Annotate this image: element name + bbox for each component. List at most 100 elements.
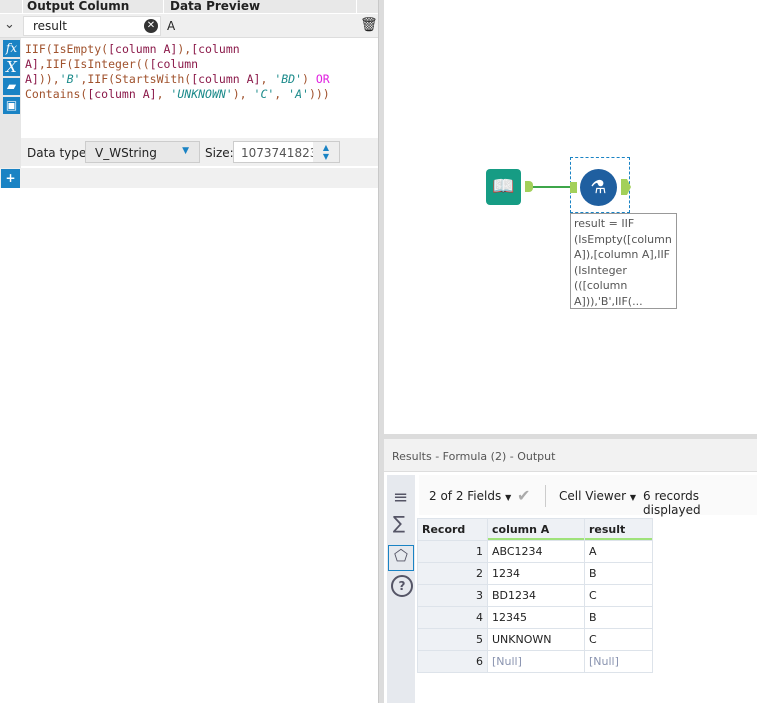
record-number[interactable]: 1 xyxy=(417,540,488,563)
table-cell[interactable]: BD1234 xyxy=(487,584,585,607)
table-row[interactable]: 2 1234 B xyxy=(417,562,653,585)
table-cell[interactable]: 12345 xyxy=(487,606,585,629)
formula-config-panel: Output Column Data Preview ⌄ result ✕ A … xyxy=(0,0,378,703)
record-number[interactable]: 4 xyxy=(417,606,488,629)
expression-token: , xyxy=(260,72,275,86)
expression-token: 'B' xyxy=(59,72,81,86)
table-cell[interactable]: ABC1234 xyxy=(487,540,585,563)
fields-label: 2 of 2 Fields xyxy=(429,489,502,503)
record-number[interactable]: 6 xyxy=(417,650,488,673)
column-header[interactable]: Record xyxy=(417,518,488,541)
formula-row: ⌄ result ✕ A 🗑 xyxy=(0,14,378,38)
expression-token: , xyxy=(274,87,289,101)
cell-viewer-label: Cell Viewer xyxy=(559,489,627,503)
summary-sigma-icon[interactable]: ∑ xyxy=(393,513,405,534)
formula-output-anchor[interactable] xyxy=(621,179,631,195)
expression-token: ), xyxy=(177,42,192,56)
table-cell[interactable]: UNKNOWN xyxy=(487,628,585,651)
expression-token: [column A] xyxy=(108,42,178,56)
expression-token: [column A] xyxy=(191,72,261,86)
cell-viewer-dropdown[interactable]: Cell Viewer ▼ xyxy=(559,489,636,503)
table-cell[interactable]: A xyxy=(584,540,653,563)
size-input[interactable]: 1073741823 ▲ ▼ xyxy=(233,141,340,163)
formula-flask-icon[interactable]: ⚗ xyxy=(580,169,617,206)
table-row[interactable]: 1 ABC1234 A xyxy=(417,540,653,563)
table-cell[interactable]: B xyxy=(584,562,653,585)
table-cell[interactable]: [Null] xyxy=(487,650,585,673)
header-end xyxy=(357,0,378,13)
expression-token: ,IIF(IsInteger(( xyxy=(38,57,150,71)
expression-token: 'C' xyxy=(253,87,275,101)
expression-token: , xyxy=(156,87,171,101)
expression-token: ))) xyxy=(308,87,330,101)
table-row[interactable]: 5 UNKNOWN C xyxy=(417,628,653,651)
size-value: 1073741823 xyxy=(241,146,318,160)
table-cell[interactable]: C xyxy=(584,584,653,607)
record-number[interactable]: 3 xyxy=(417,584,488,607)
output-column-header: Output Column xyxy=(23,0,163,13)
output-column-value: result xyxy=(33,19,67,33)
output-column-input[interactable]: result xyxy=(23,16,161,36)
add-formula-button[interactable]: + xyxy=(1,169,20,188)
table-row[interactable]: 3 BD1234 C xyxy=(417,584,653,607)
dropdown-arrow-icon: ▼ xyxy=(182,146,189,156)
collapse-chevron-icon[interactable]: ⌄ xyxy=(4,17,15,32)
formula-tool-selection[interactable]: ⚗ xyxy=(570,157,631,213)
add-row: + xyxy=(0,168,378,188)
expression-token: ,IIF(StartsWith( xyxy=(80,72,192,86)
check-icon[interactable]: ✔ xyxy=(517,486,530,505)
expression-token: IIF(IsEmpty( xyxy=(25,42,109,56)
tag-icon[interactable]: ⬠ xyxy=(388,545,414,571)
input-anchor[interactable] xyxy=(570,182,577,193)
expression-token: Contains( xyxy=(25,87,88,101)
header-spacer xyxy=(0,0,22,13)
table-view-icon[interactable]: ≡ xyxy=(393,487,408,508)
data-preview-header: Data Preview xyxy=(164,0,356,13)
expression-token: )), xyxy=(38,72,60,86)
variables-icon[interactable]: X xyxy=(3,59,20,76)
results-toolbar: 2 of 2 Fields ▼ ✔ Cell Viewer ▼ 6 record… xyxy=(419,475,757,517)
save-icon[interactable]: ▣ xyxy=(3,97,20,114)
table-cell[interactable]: 1234 xyxy=(487,562,585,585)
expression-editor[interactable]: IIF(IsEmpty([column A]),[column A],IIF(I… xyxy=(25,42,375,102)
tool-annotation: result = IIF (IsEmpty([column A]),[colum… xyxy=(570,213,677,309)
trash-icon[interactable]: 🗑 xyxy=(360,17,378,33)
size-stepper-icon[interactable]: ▲ ▼ xyxy=(313,142,339,162)
column-header[interactable]: result xyxy=(584,518,653,541)
expression-token: [column A] xyxy=(87,87,157,101)
column-header[interactable]: column A xyxy=(487,518,585,541)
workflow-canvas[interactable]: 📖 ⚗ result = IIF (IsEmpty([column A]),[c… xyxy=(384,0,757,434)
help-icon[interactable]: ? xyxy=(391,575,413,597)
expression-token: 'BD' xyxy=(274,72,303,86)
clear-icon[interactable]: ✕ xyxy=(144,19,158,33)
open-folder-icon[interactable]: ▰ xyxy=(3,78,20,95)
data-type-label: Data type: xyxy=(27,146,91,160)
expression-token: 'A' xyxy=(288,87,309,101)
results-title: Results - Formula (2) - Output xyxy=(384,439,757,472)
table-cell[interactable]: B xyxy=(584,606,653,629)
input-tool-book-icon[interactable]: 📖 xyxy=(486,169,521,205)
record-number[interactable]: 5 xyxy=(417,628,488,651)
results-table: Record column Aresult 1 ABC1234 A 2 1234 B 3 BD12… xyxy=(417,518,653,673)
functions-icon[interactable]: fx xyxy=(3,40,20,57)
expression-token: ) xyxy=(302,72,316,86)
record-number[interactable]: 2 xyxy=(417,562,488,585)
data-preview-value: A xyxy=(167,19,176,33)
table-cell[interactable]: [Null] xyxy=(584,650,653,673)
data-type-value: V_WString xyxy=(95,146,157,160)
type-row: Data type: V_WString ▼ Size: 1073741823 ▲ ▼ xyxy=(21,138,378,166)
expression-toolbar: fx X ▰ ▣ xyxy=(0,38,21,168)
fields-dropdown[interactable]: 2 of 2 Fields ▼ xyxy=(429,489,511,503)
expression-token: 'UNKNOWN' xyxy=(170,87,233,101)
divider xyxy=(545,485,546,507)
output-anchor[interactable] xyxy=(525,181,533,192)
data-type-select[interactable]: V_WString ▼ xyxy=(85,141,200,163)
expression-token: OR xyxy=(315,72,330,86)
expression-token: ), xyxy=(232,87,254,101)
results-panel: Results - Formula (2) - Output ≡ ∑ ⬠ ? 2… xyxy=(384,439,757,703)
results-sidebar: ≡ ∑ ⬠ ? xyxy=(387,475,415,703)
table-row[interactable]: 6 [Null] [Null] xyxy=(417,650,653,673)
table-cell[interactable]: C xyxy=(584,628,653,651)
table-row[interactable]: 4 12345 B xyxy=(417,606,653,629)
records-displayed: 6 records displayed xyxy=(643,489,701,517)
